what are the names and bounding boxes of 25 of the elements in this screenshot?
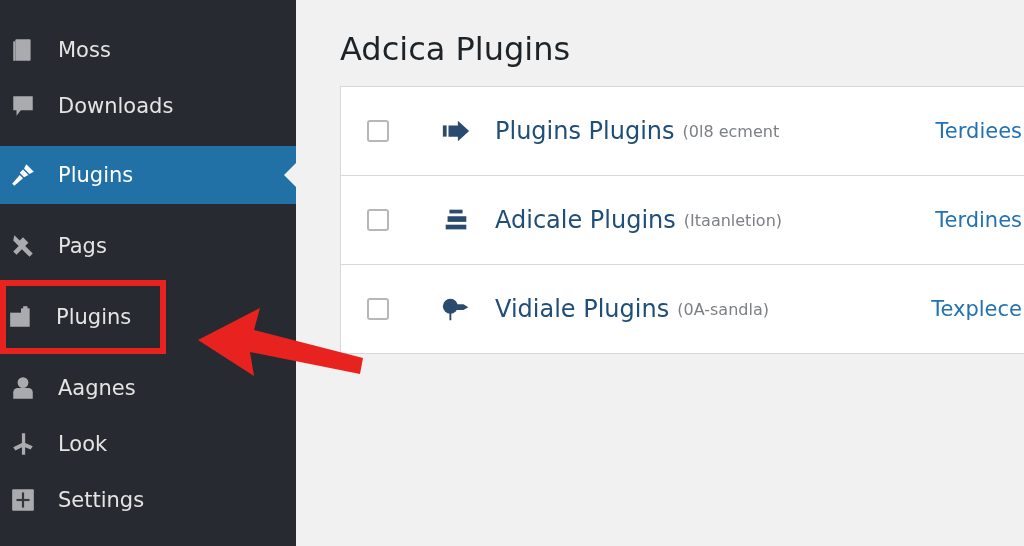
checkbox[interactable] (367, 120, 389, 142)
menu-item[interactable]: Plugins (0, 146, 296, 204)
menu-item[interactable]: Settings (0, 474, 296, 526)
menu-item[interactable]: Aagnes (0, 362, 296, 414)
menu-item[interactable]: Downloads (0, 80, 296, 132)
checkbox[interactable] (367, 298, 389, 320)
page-title: Adcica Plugins (340, 30, 572, 68)
highlighted-menu-item[interactable]: Plugins (0, 280, 166, 354)
plugin-name[interactable]: Adicale Plugins (495, 206, 676, 234)
person-icon (10, 375, 36, 401)
menu-item[interactable]: Moss (0, 24, 296, 76)
menu-item[interactable]: Look (0, 418, 296, 470)
plugin-description: (Itaanletion) (683, 210, 782, 230)
plugin-action-link[interactable]: Terdiees (935, 119, 1024, 143)
cross-tools-icon (10, 233, 36, 259)
plugin-description: (0A-sandla) (677, 299, 769, 319)
checkbox[interactable] (367, 209, 389, 231)
plugin-description: (0l8 ecment (682, 121, 780, 141)
plugin-name[interactable]: Plugins Plugins (495, 117, 675, 145)
menu-item[interactable]: Pags (0, 220, 296, 272)
plugin-action-link[interactable]: Terdines (935, 208, 1024, 232)
plugin-action-link[interactable]: Texplece (931, 297, 1024, 321)
brush-icon (10, 162, 36, 188)
square-icon (10, 487, 36, 513)
plugin-name[interactable]: Vidiale Plugins (495, 295, 670, 323)
